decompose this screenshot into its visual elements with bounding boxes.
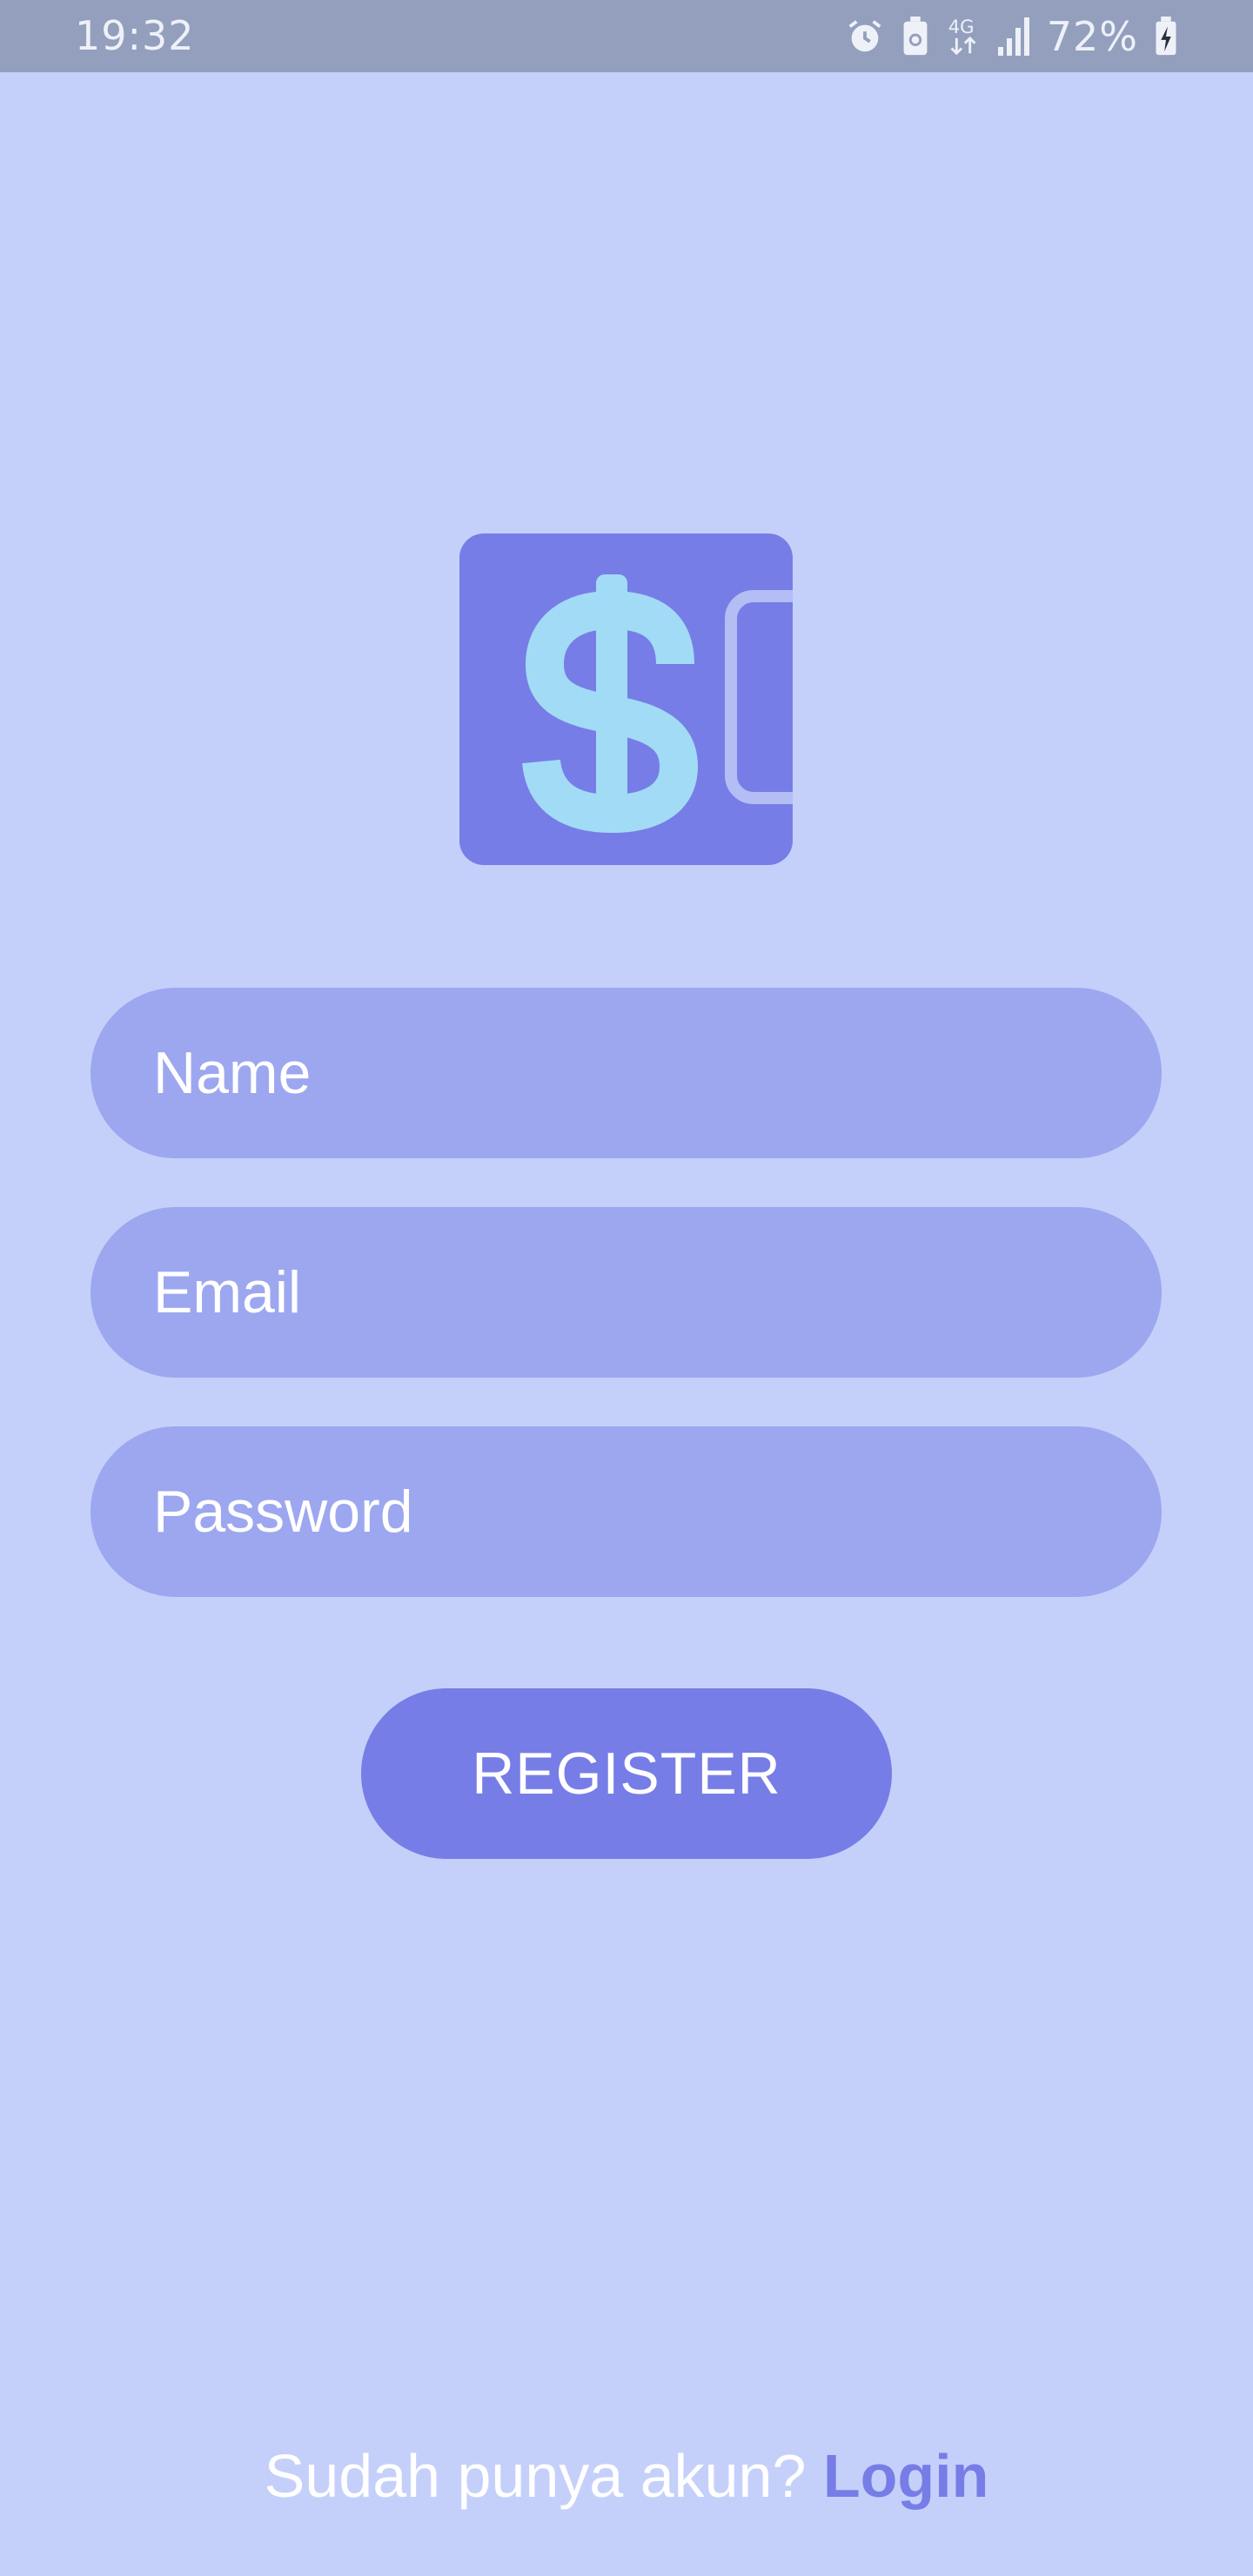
status-time: 19:32 (75, 12, 195, 59)
email-input[interactable] (153, 1207, 1162, 1378)
alarm-icon (845, 17, 885, 57)
password-field[interactable] (90, 1426, 1162, 1597)
register-screen: 19:32 4G 72% Name Email REGISTER Sudah p… (0, 0, 1253, 2576)
name-input[interactable] (153, 988, 1162, 1158)
login-prompt-text: Sudah punya akun? (264, 2442, 823, 2510)
app-logo (459, 533, 793, 865)
password-input[interactable] (153, 1426, 1162, 1597)
register-button[interactable]: REGISTER (361, 1688, 892, 1859)
battery-percent: 72% (1046, 12, 1138, 60)
network-4g-icon: 4G (946, 15, 981, 58)
signal-icon (996, 17, 1031, 56)
battery-charging-icon (1154, 16, 1178, 57)
email-field[interactable] (90, 1207, 1162, 1378)
status-bar: 19:32 4G 72% (0, 0, 1253, 72)
login-prompt: Sudah punya akun? Login (0, 2441, 1253, 2511)
svg-text:4G: 4G (948, 16, 974, 37)
dollar-wallet-logo (522, 574, 793, 834)
status-icons: 4G 72% (845, 0, 1178, 72)
login-link[interactable]: Login (823, 2442, 988, 2510)
name-field[interactable] (90, 988, 1162, 1158)
battery-saver-icon (901, 16, 930, 57)
